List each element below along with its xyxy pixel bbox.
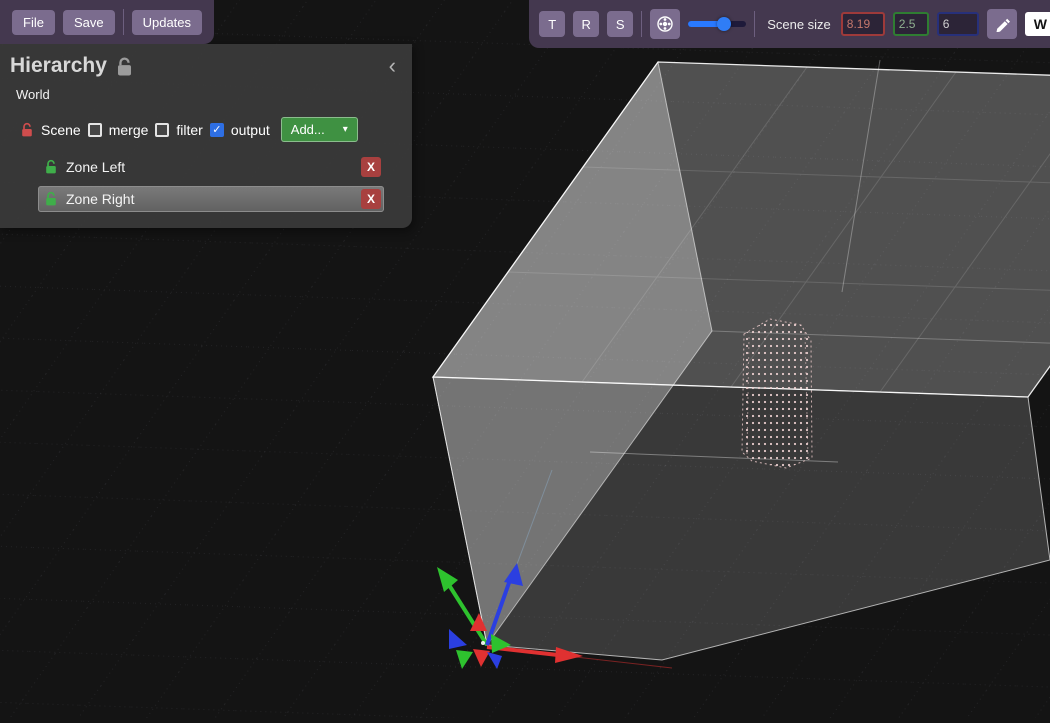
lock-icon	[115, 56, 134, 77]
file-button[interactable]: File	[12, 10, 55, 35]
check-icon: ✓	[212, 123, 221, 136]
zone-row-left[interactable]: Zone Left X	[38, 154, 384, 180]
hierarchy-header: Hierarchy ‹	[0, 54, 412, 78]
scene-size-x-input[interactable]	[841, 12, 885, 36]
divider	[641, 11, 642, 37]
opacity-slider[interactable]	[688, 21, 746, 27]
divider	[123, 9, 124, 35]
merge-checkbox[interactable]	[88, 123, 102, 137]
add-dropdown[interactable]: Add... ▾	[281, 117, 358, 142]
scene-label: Scene	[41, 122, 81, 138]
collapse-panel-button[interactable]: ‹	[383, 55, 402, 77]
point-cloud-cylinder[interactable]	[742, 319, 812, 468]
output-label: output	[231, 122, 270, 138]
scene-size-z-input[interactable]	[937, 12, 979, 36]
world-label: World	[16, 87, 412, 102]
filter-checkbox[interactable]	[155, 123, 169, 137]
translate-tool-button[interactable]: T	[539, 11, 565, 37]
hierarchy-title: Hierarchy	[10, 54, 107, 78]
rotate-tool-button[interactable]: R	[573, 11, 599, 37]
divider	[754, 11, 755, 37]
zone-list: Zone Left X Zone Right X	[38, 154, 384, 212]
merge-label: merge	[109, 122, 149, 138]
key-hint-w: W	[1025, 12, 1050, 36]
updates-button[interactable]: Updates	[132, 10, 202, 35]
zone-label: Zone Left	[66, 159, 125, 175]
scene-size-label: Scene size	[767, 17, 831, 32]
scale-tool-button[interactable]: S	[607, 11, 633, 37]
zone-row-right-selected[interactable]: Zone Right X	[38, 186, 384, 212]
camera-button[interactable]	[650, 9, 680, 39]
output-checkbox[interactable]: ✓	[210, 123, 224, 137]
zone-label: Zone Right	[66, 191, 134, 207]
gizmo-center-dot[interactable]	[481, 641, 485, 645]
slider-knob[interactable]	[717, 17, 731, 31]
unlock-icon-green[interactable]	[44, 191, 58, 207]
pencil-icon	[994, 16, 1010, 32]
unlock-icon-red[interactable]	[20, 122, 34, 138]
camera-aperture-icon	[656, 15, 674, 33]
chevron-down-icon: ▾	[343, 124, 348, 135]
scene-row: Scene merge filter ✓ output Add... ▾	[20, 117, 412, 142]
toolbar-right: T R S Scene size W	[529, 0, 1050, 48]
add-dropdown-label: Add...	[291, 122, 325, 137]
delete-zone-button[interactable]: X	[361, 189, 381, 209]
delete-zone-button[interactable]: X	[361, 157, 381, 177]
toolbar-left: File Save Updates	[0, 0, 214, 44]
save-button[interactable]: Save	[63, 10, 115, 35]
edit-button[interactable]	[987, 9, 1017, 39]
hierarchy-panel: Hierarchy ‹ World Scene merge filter ✓ o…	[0, 44, 412, 228]
scene-size-y-input[interactable]	[893, 12, 929, 36]
filter-label: filter	[176, 122, 202, 138]
unlock-icon-green[interactable]	[44, 159, 58, 175]
